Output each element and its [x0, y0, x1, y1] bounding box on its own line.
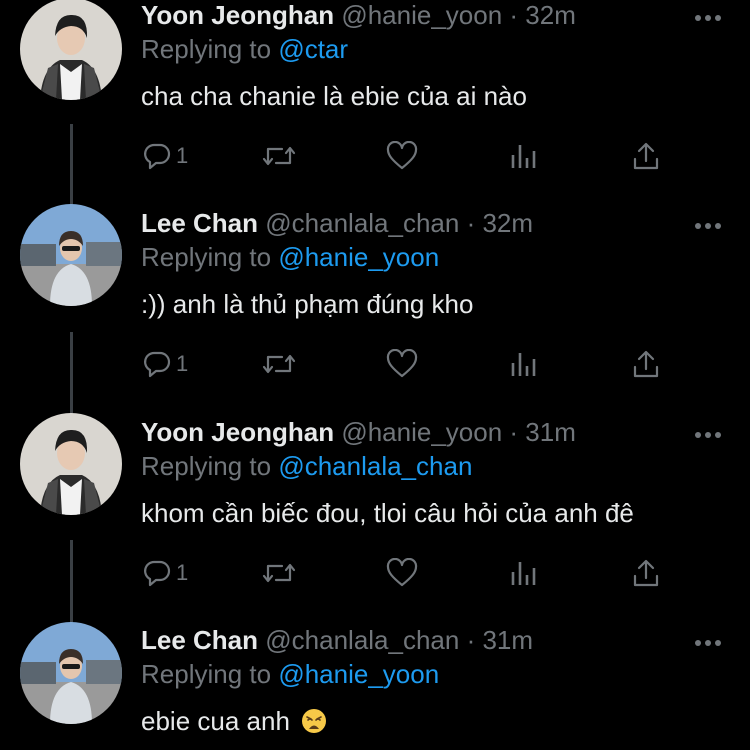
tweet-header: Yoon Jeonghan @hanie_yoon · 32m — [141, 0, 576, 30]
tweet[interactable]: Yoon Jeonghan @hanie_yoon · 32m Replying… — [0, 0, 750, 200]
mention-link[interactable]: @hanie_yoon — [278, 242, 439, 272]
retweet-button[interactable] — [262, 140, 296, 172]
replying-to: Replying to @chanlala_chan — [141, 451, 472, 481]
tweet-text-row: ebie cua anh — [141, 706, 327, 736]
display-name[interactable]: Yoon Jeonghan — [141, 417, 334, 447]
views-button[interactable] — [510, 557, 538, 589]
avatar[interactable] — [20, 204, 122, 306]
tweet-header: Lee Chan @chanlala_chan · 32m — [141, 208, 533, 238]
reply-icon — [144, 143, 171, 170]
avatar[interactable] — [20, 622, 122, 724]
more-icon[interactable] — [693, 218, 723, 229]
separator-dot: · — [459, 625, 483, 655]
reply-button[interactable]: 1 — [142, 140, 188, 172]
mention-link[interactable]: @ctar — [278, 34, 348, 64]
display-name[interactable]: Lee Chan — [141, 208, 258, 238]
retweet-button[interactable] — [262, 348, 296, 380]
replying-to: Replying to @ctar — [141, 34, 348, 64]
separator-dot: · — [502, 417, 526, 447]
reply-count: 1 — [176, 560, 189, 585]
more-icon[interactable] — [693, 10, 723, 21]
reply-count: 1 — [176, 351, 189, 376]
tweet-text: ebie cua anh — [141, 706, 290, 736]
replying-prefix: Replying to — [141, 659, 279, 689]
like-button[interactable] — [386, 557, 418, 589]
share-button[interactable] — [631, 348, 661, 380]
replying-prefix: Replying to — [141, 451, 279, 481]
mention-link[interactable]: @chanlala_chan — [278, 451, 472, 481]
retweet-icon — [262, 146, 296, 166]
separator-dot: · — [502, 0, 526, 30]
share-icon — [633, 350, 659, 378]
heart-icon — [386, 141, 418, 170]
user-handle[interactable]: @chanlala_chan — [265, 625, 459, 655]
timestamp[interactable]: 32m — [482, 208, 533, 238]
replying-to: Replying to @hanie_yoon — [141, 242, 439, 272]
share-icon — [633, 142, 659, 170]
display-name[interactable]: Yoon Jeonghan — [141, 0, 334, 30]
reply-button[interactable]: 1 — [142, 557, 188, 589]
share-icon — [633, 559, 659, 587]
action-bar: 1 — [0, 557, 750, 589]
timestamp[interactable]: 31m — [525, 417, 576, 447]
tweet-text: khom cần biếc đou, tloi câu hỏi của anh … — [141, 498, 634, 528]
weary-face-icon — [301, 708, 327, 734]
heart-icon — [386, 558, 418, 587]
replying-prefix: Replying to — [141, 34, 279, 64]
more-icon[interactable] — [693, 635, 723, 646]
timestamp[interactable]: 31m — [482, 625, 533, 655]
replying-prefix: Replying to — [141, 242, 279, 272]
avatar[interactable] — [20, 0, 122, 100]
tweet[interactable]: Yoon Jeonghan @hanie_yoon · 31m Replying… — [0, 413, 750, 617]
display-name[interactable]: Lee Chan — [141, 625, 258, 655]
tweet-text: cha cha chanie là ebie của ai nào — [141, 81, 527, 111]
retweet-button[interactable] — [262, 557, 296, 589]
tweet-header: Yoon Jeonghan @hanie_yoon · 31m — [141, 417, 576, 447]
avatar[interactable] — [20, 413, 122, 515]
tweet[interactable]: Lee Chan @chanlala_chan · 32m Replying t… — [0, 204, 750, 408]
like-button[interactable] — [386, 348, 418, 380]
views-icon — [511, 145, 536, 168]
share-button[interactable] — [631, 140, 661, 172]
views-icon — [511, 353, 536, 376]
tweet[interactable]: Lee Chan @chanlala_chan · 31m Replying t… — [0, 622, 750, 750]
reply-icon — [144, 560, 171, 587]
user-handle[interactable]: @chanlala_chan — [265, 208, 459, 238]
views-button[interactable] — [510, 140, 538, 172]
retweet-icon — [262, 354, 296, 374]
replying-to: Replying to @hanie_yoon — [141, 659, 439, 689]
tweet-header: Lee Chan @chanlala_chan · 31m — [141, 625, 533, 655]
user-handle[interactable]: @hanie_yoon — [341, 417, 502, 447]
reply-count: 1 — [176, 143, 189, 168]
views-button[interactable] — [510, 348, 538, 380]
reply-button[interactable]: 1 — [142, 348, 188, 380]
like-button[interactable] — [386, 140, 418, 172]
timestamp[interactable]: 32m — [525, 0, 576, 30]
views-icon — [511, 562, 536, 585]
action-bar: 1 — [0, 348, 750, 380]
more-icon[interactable] — [693, 427, 723, 438]
mention-link[interactable]: @hanie_yoon — [278, 659, 439, 689]
user-handle[interactable]: @hanie_yoon — [341, 0, 502, 30]
share-button[interactable] — [631, 557, 661, 589]
action-bar: 1 — [0, 140, 750, 172]
heart-icon — [386, 349, 418, 378]
tweet-text: :)) anh là thủ phạm đúng kho — [141, 289, 474, 319]
reply-icon — [144, 351, 171, 378]
separator-dot: · — [459, 208, 483, 238]
retweet-icon — [262, 563, 296, 583]
